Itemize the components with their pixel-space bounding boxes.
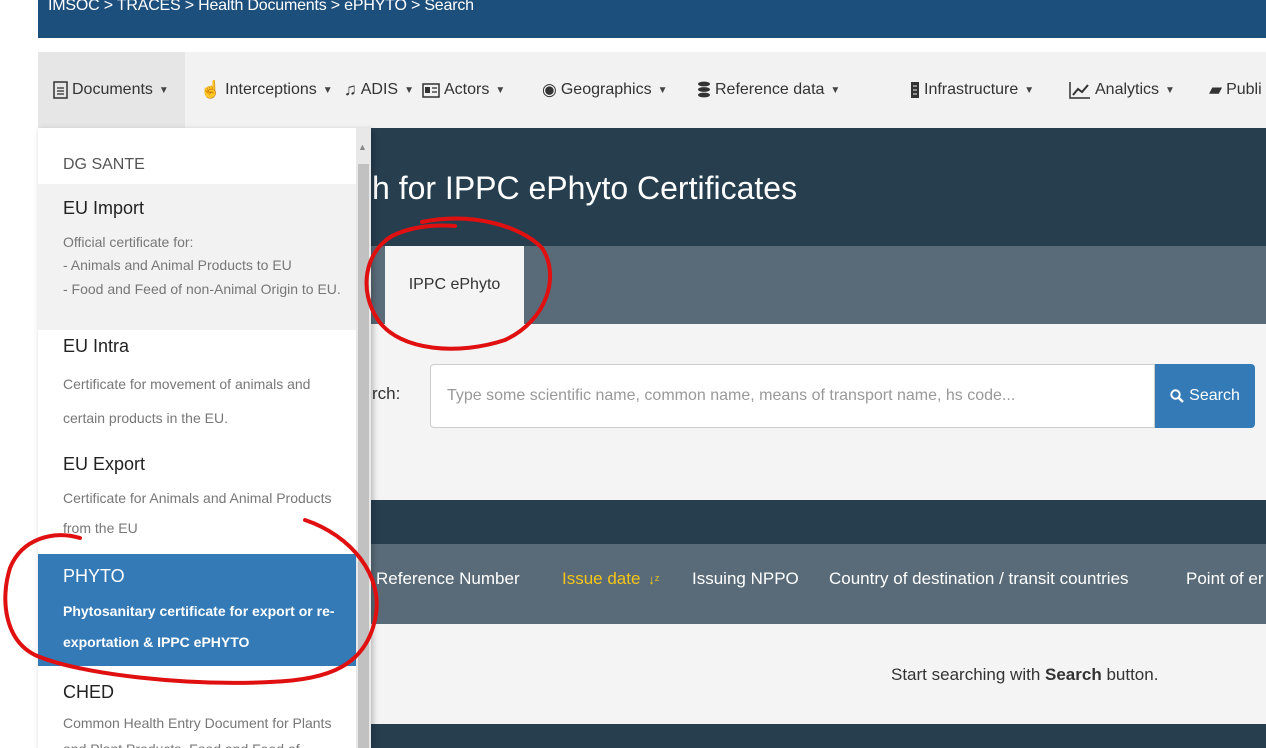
menu-publications[interactable]: ▰ Publi bbox=[1209, 68, 1262, 112]
dropdown-item-desc: Common Health Entry Document for Plants bbox=[63, 715, 332, 731]
dropdown-item-desc: - Food and Feed of non-Animal Origin to … bbox=[63, 281, 341, 297]
dropdown-item-eu-import[interactable]: EU Import Official certificate for: - An… bbox=[38, 184, 356, 330]
column-country-destination[interactable]: Country of destination / transit countri… bbox=[829, 569, 1129, 589]
database-icon bbox=[698, 81, 710, 98]
empty-message-bold: Search bbox=[1045, 665, 1102, 684]
page-title: h for IPPC ePhyto Certificates bbox=[372, 170, 798, 206]
menu-label: Analytics bbox=[1095, 81, 1160, 98]
menu-reference-data[interactable]: Reference data ▼ bbox=[697, 68, 840, 112]
search-label: rch: bbox=[372, 384, 401, 403]
dropdown-item-desc: exportation & IPPC ePHYTO bbox=[63, 634, 250, 650]
caret-down-icon: ▼ bbox=[404, 84, 414, 96]
menu-label: Documents bbox=[72, 81, 153, 98]
menu-label: Reference data bbox=[715, 81, 825, 98]
empty-message-suffix: button. bbox=[1101, 665, 1159, 684]
dropdown-item-desc: Official certificate for: bbox=[63, 234, 194, 250]
globe-icon: ◉ bbox=[542, 80, 557, 99]
main-menu-bar: Documents ▼ ☝ Interceptions ▼ ♫ ADIS ▼ Acto… bbox=[38, 52, 1266, 129]
bell-icon: ♫ bbox=[344, 80, 357, 99]
dropdown-item-eu-intra[interactable]: EU Intra Certificate for movement of ani… bbox=[38, 330, 356, 432]
dropdown-item-title: EU Intra bbox=[63, 336, 130, 356]
column-point-of-entry[interactable]: Point of er bbox=[1186, 569, 1264, 589]
breadcrumb: IMSOC > TRACES > Health Documents > ePHY… bbox=[38, 0, 1266, 38]
search-icon bbox=[1170, 389, 1184, 403]
menu-documents[interactable]: Documents ▼ bbox=[38, 52, 185, 128]
dropdown-scrollbar-thumb[interactable] bbox=[358, 164, 369, 748]
dropdown-item-desc: from the EU bbox=[63, 520, 138, 536]
dropdown-item-eu-export[interactable]: EU Export Certificate for Animals and An… bbox=[38, 448, 356, 550]
dropdown-item-title: CHED bbox=[63, 682, 115, 702]
hand-icon: ☝ bbox=[200, 80, 222, 99]
dropdown-item-title: EU Import bbox=[63, 198, 145, 218]
menu-label: ADIS bbox=[360, 81, 399, 98]
column-reference-number[interactable]: Reference Number bbox=[376, 569, 520, 589]
menu-analytics[interactable]: Analytics ▼ bbox=[1069, 68, 1175, 112]
breadcrumb-text: IMSOC > TRACES > Health Documents > ePHY… bbox=[48, 0, 474, 14]
caret-down-icon: ▼ bbox=[657, 84, 668, 96]
file-text-icon bbox=[53, 81, 68, 99]
dropdown-item-title: PHYTO bbox=[63, 566, 125, 586]
dropdown-item-desc: certain products in the EU. bbox=[63, 410, 228, 426]
search-button[interactable]: Search bbox=[1155, 364, 1255, 428]
menu-adis[interactable]: ♫ ADIS ▼ bbox=[344, 68, 414, 112]
dropdown-item-desc: and Plant Products, Food and Feed of bbox=[63, 739, 300, 748]
dropdown-item-desc: Phytosanitary certificate for export or … bbox=[63, 603, 335, 619]
dropdown-item-phyto[interactable]: PHYTO Phytosanitary certificate for expo… bbox=[38, 554, 356, 666]
dropdown-item-desc: Certificate for movement of animals and bbox=[63, 376, 311, 392]
id-card-icon bbox=[422, 82, 440, 98]
caret-down-icon: ▼ bbox=[1165, 84, 1175, 96]
documents-dropdown: DG SANTE EU Import Official certificate … bbox=[38, 128, 371, 748]
dropdown-item-ched[interactable]: CHED Common Health Entry Document for Pl… bbox=[38, 666, 356, 748]
menu-label: Publi bbox=[1226, 81, 1262, 98]
menu-label: Geographics bbox=[560, 81, 652, 98]
dropdown-section-header: DG SANTE bbox=[63, 156, 145, 173]
empty-message-prefix: Start searching with bbox=[891, 665, 1046, 684]
menu-geographics[interactable]: ◉ Geographics ▼ bbox=[542, 68, 667, 112]
scroll-up-arrow-icon[interactable]: ▲ bbox=[358, 142, 367, 152]
search-button-label: Search bbox=[1189, 387, 1240, 404]
caret-down-icon: ▼ bbox=[322, 84, 333, 96]
menu-interceptions[interactable]: ☝ Interceptions ▼ bbox=[200, 68, 333, 112]
caret-down-icon: ▼ bbox=[158, 84, 169, 96]
server-icon bbox=[911, 82, 919, 98]
empty-results-message: Start searching with Search button. bbox=[891, 665, 1158, 685]
column-issuing-nppo[interactable]: Issuing NPPO bbox=[692, 569, 799, 589]
dropdown-item-desc: Certificate for Animals and Animal Produ… bbox=[63, 490, 332, 506]
caret-down-icon: ▼ bbox=[495, 84, 506, 96]
search-input[interactable] bbox=[430, 364, 1155, 428]
caret-down-icon: ▼ bbox=[1024, 84, 1035, 96]
book-icon: ▰ bbox=[1209, 80, 1223, 99]
menu-actors[interactable]: Actors ▼ bbox=[422, 68, 505, 112]
caret-down-icon: ▼ bbox=[830, 84, 841, 96]
chart-line-icon bbox=[1069, 82, 1090, 99]
column-label: Issue date bbox=[562, 569, 641, 588]
menu-label: Infrastructure bbox=[924, 81, 1019, 98]
tab-ippc-ephyto[interactable]: IPPC ePhyto bbox=[385, 246, 524, 324]
menu-infrastructure[interactable]: Infrastructure ▼ bbox=[910, 68, 1034, 112]
sort-desc-icon: ↓ᶻ bbox=[648, 572, 660, 587]
menu-label: Interceptions bbox=[225, 81, 317, 98]
column-issue-date[interactable]: Issue date ↓ᶻ bbox=[562, 569, 659, 589]
dropdown-item-desc: - Animals and Animal Products to EU bbox=[63, 257, 292, 273]
menu-label: Actors bbox=[444, 81, 490, 98]
dropdown-item-title: EU Export bbox=[63, 454, 146, 474]
